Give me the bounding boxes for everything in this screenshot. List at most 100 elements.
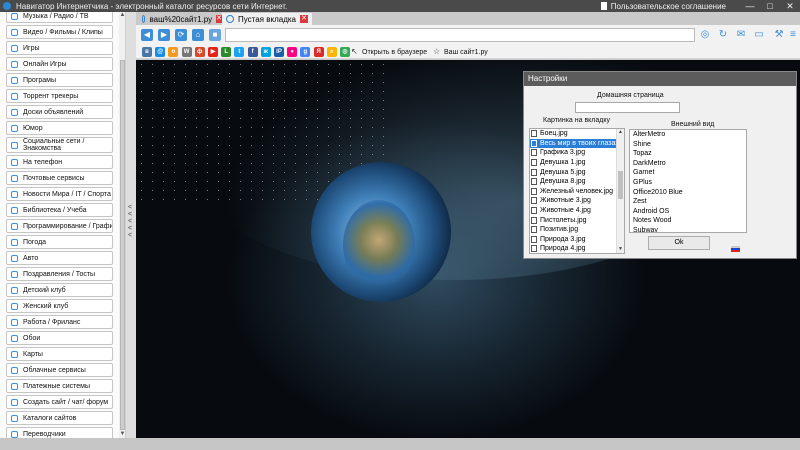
sidebar-item[interactable]: Музыка / Радио / ТВ <box>6 12 113 23</box>
list-item[interactable]: GPlus <box>630 178 746 188</box>
theme-listbox[interactable]: AlterMetro Shine Topaz DarkMetro Garnet GPlus… <box>629 129 747 233</box>
sidebar-item[interactable]: Каталоги сайтов <box>6 411 113 425</box>
scroll-down-icon[interactable]: ▼ <box>617 246 624 253</box>
scrollbar-thumb[interactable] <box>618 171 623 199</box>
sidebar-item[interactable]: Юмор <box>6 121 113 135</box>
home-page-input[interactable] <box>575 102 680 113</box>
list-item[interactable]: Office2010 Blue <box>630 188 746 198</box>
list-item[interactable]: Весь мир в твоих глазах <box>530 138 624 149</box>
sidebar-item[interactable]: На телефон <box>6 155 113 169</box>
russian-flag-icon[interactable] <box>731 246 740 252</box>
list-item[interactable]: Девушка 1.jpg <box>530 158 624 168</box>
sidebar-item[interactable]: Переводчики <box>6 427 113 438</box>
sidebar-item[interactable]: Видео / Фильмы / Клипы <box>6 25 113 39</box>
mailru-icon[interactable]: @ <box>155 47 166 57</box>
list-item[interactable]: Android OS <box>630 207 746 217</box>
sidebar-item[interactable]: Создать сайт / чат/ форум <box>6 395 113 409</box>
my-site-bookmark[interactable]: ☆ Ваш сайт1.ру <box>433 46 488 58</box>
user-agreement-link[interactable]: Пользовательское соглашение <box>600 2 726 11</box>
sidebar-item[interactable]: Облачные сервисы <box>6 363 113 377</box>
sidebar-item[interactable]: Новости Мира / IT / Спорта <box>6 187 113 201</box>
list-item[interactable]: Garnet <box>630 168 746 178</box>
sidebar-item[interactable]: Обои <box>6 331 113 345</box>
sidebar-item[interactable]: Программирование / Графика <box>6 219 113 233</box>
yandex-icon[interactable]: Я <box>313 47 324 57</box>
sidebar-item[interactable]: Детский клуб <box>6 283 113 297</box>
scrollbar-thumb[interactable] <box>120 60 125 430</box>
liveinternet-icon[interactable]: L <box>221 47 232 57</box>
picture-list-scrollbar[interactable]: ▲ ▼ <box>616 129 624 253</box>
sidebar-item[interactable]: Торрент трекеры <box>6 89 113 103</box>
list-item[interactable]: Природа 4.jpg <box>530 244 624 253</box>
list-item[interactable]: Графика 3.jpg <box>530 148 624 158</box>
tab-empty[interactable]: Пустая вкладка ✕ <box>222 13 312 25</box>
forward-button[interactable]: ▶ <box>158 29 170 41</box>
list-item[interactable]: Zest <box>630 197 746 207</box>
list-item[interactable]: Девушка 8.jpg <box>530 177 624 187</box>
odnoklassniki-icon[interactable]: о <box>168 47 179 57</box>
sidebar-collapse-toggle[interactable]: < < < < < <box>126 12 136 438</box>
minimize-button[interactable]: — <box>740 0 760 12</box>
twitter-icon[interactable]: t <box>234 47 245 57</box>
wikipedia-icon[interactable]: W <box>181 47 192 57</box>
list-item[interactable]: Железный человек.jpg <box>530 187 624 197</box>
sidebar-item[interactable]: Поздравления / Тосты <box>6 267 113 281</box>
sidebar-item[interactable]: Почтовые сервисы <box>6 171 113 185</box>
list-item[interactable]: Животные 3.jpg <box>530 196 624 206</box>
scroll-down-icon[interactable]: ▼ <box>119 431 125 438</box>
list-item[interactable]: Topaz <box>630 149 746 159</box>
list-item[interactable]: AlterMetro <box>630 130 746 140</box>
sidebar-scrollbar[interactable]: ▲ ▼ <box>119 12 125 438</box>
ok-button[interactable]: Ok <box>648 236 710 250</box>
list-item[interactable]: Животные 4.jpg <box>530 206 624 216</box>
list-item[interactable]: Notes Wood <box>630 216 746 226</box>
home-button[interactable]: ⌂ <box>192 29 204 41</box>
stop-button[interactable]: ■ <box>209 29 221 41</box>
list-item[interactable]: Природа 3.jpg <box>530 235 624 245</box>
list-item[interactable]: Shine <box>630 140 746 150</box>
google-icon[interactable]: g <box>300 47 311 57</box>
address-bar-input[interactable] <box>225 28 695 42</box>
sidebar-item[interactable]: Библиотека / Учеба <box>6 203 113 217</box>
close-button[interactable]: ✕ <box>780 0 800 12</box>
tab-close-icon[interactable]: ✕ <box>300 15 308 23</box>
sidebar-item[interactable]: Онлайн Игры <box>6 57 113 71</box>
flickr-icon[interactable]: ● <box>287 47 298 57</box>
list-item[interactable]: Девушка 5.jpg <box>530 167 624 177</box>
sidebar-item[interactable]: Програмы <box>6 73 113 87</box>
scroll-up-icon[interactable]: ▲ <box>617 129 624 136</box>
picture-listbox[interactable]: Боец.jpg Весь мир в твоих глазах Графика 3… <box>529 128 625 254</box>
folder-icon[interactable]: ▭ <box>753 29 765 41</box>
tab-my-site[interactable]: ваш%20сайт1.ру ✕ <box>138 13 222 25</box>
sidebar-item[interactable]: Погода <box>6 235 113 249</box>
maximize-button[interactable]: □ <box>760 0 780 12</box>
fotostrana-icon[interactable]: ф <box>194 47 205 57</box>
sidebar-item[interactable]: Женский клуб <box>6 299 113 313</box>
list-item[interactable]: Subway <box>630 226 746 232</box>
chrome-icon[interactable]: ◎ <box>340 47 350 57</box>
menu-icon[interactable]: ≡ <box>787 29 799 41</box>
sidebar-item[interactable]: Платежные системы <box>6 379 113 393</box>
back-button[interactable]: ◀ <box>141 29 153 41</box>
facebook-icon[interactable]: f <box>247 47 258 57</box>
list-item[interactable]: Пистолеты.jpg <box>530 215 624 225</box>
list-item[interactable]: Позитив.jpg <box>530 225 624 235</box>
livejournal-icon[interactable]: ж <box>260 47 271 57</box>
list-item[interactable]: Боец.jpg <box>530 129 624 139</box>
sidebar-item[interactable]: Авто <box>6 251 113 265</box>
sidebar-item[interactable]: Игры <box>6 41 113 55</box>
settings-circle-icon[interactable]: ◎ <box>699 29 711 41</box>
search-icon[interactable]: ⌕ <box>326 47 337 57</box>
tools-icon[interactable]: ⚒ <box>773 29 785 41</box>
list-item[interactable]: DarkMetro <box>630 159 746 169</box>
sidebar-item[interactable]: Доски объявлений <box>6 105 113 119</box>
sidebar-item[interactable]: Карты <box>6 347 113 361</box>
vk-icon[interactable]: в <box>142 47 152 57</box>
scroll-up-icon[interactable]: ▲ <box>119 12 125 19</box>
open-in-browser-button[interactable]: ↖ Открыть в браузере <box>351 46 427 58</box>
reload-button[interactable]: ⟳ <box>175 29 187 41</box>
refresh-icon[interactable]: ↻ <box>717 29 729 41</box>
sidebar-item[interactable]: Социальные сети / Знакомства <box>6 137 113 153</box>
sidebar-item[interactable]: Работа / Фриланс <box>6 315 113 329</box>
ip-icon[interactable]: IP <box>274 47 284 57</box>
